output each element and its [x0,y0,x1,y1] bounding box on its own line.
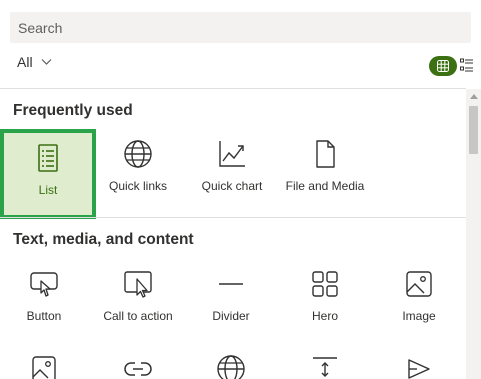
tile-label: List [38,183,58,197]
tile-label: Divider [212,309,250,323]
globe-icon [124,140,152,168]
list-icon [38,144,58,172]
filter-dropdown[interactable]: All [17,54,52,70]
filter-label: All [17,54,33,70]
spacer-icon [313,357,337,377]
list-view-icon[interactable] [460,58,474,72]
tile-label: File and Media [285,179,365,193]
tile-image-gallery[interactable] [0,354,89,379]
tile-divider[interactable]: Divider [186,269,276,323]
stream-icon [408,359,430,379]
tile-label: Quick chart [201,179,263,193]
tile-label: Quick links [108,179,167,193]
tile-label: Call to action [103,309,173,323]
chevron-down-icon [41,59,51,65]
search-box[interactable]: Search [10,12,471,43]
tile-file-and-media[interactable]: File and Media [280,139,370,193]
section-title-text-media-content: Text, media, and content [13,231,194,248]
tile-label: Hero [311,309,338,323]
scroll-up-arrow-icon[interactable] [470,94,478,99]
link-icon [124,362,152,376]
tile-button[interactable]: Button [0,269,89,323]
button-pointer-icon [30,272,58,297]
hero-layout-icon [312,271,338,297]
section-divider [0,217,466,218]
tile-link[interactable] [93,354,183,379]
divider-icon [219,283,243,285]
tile-stream[interactable] [374,354,464,379]
section-title-frequently-used: Frequently used [13,102,133,119]
line-chart-icon [219,141,245,167]
search-input[interactable]: Search [18,20,62,36]
document-icon [316,140,335,168]
globe-icon [217,355,245,379]
image-gallery-icon [32,356,56,379]
image-icon [406,271,432,297]
call-to-action-icon [124,271,152,298]
tile-web[interactable] [186,354,276,379]
tile-label: Image [402,309,436,323]
tile-hero[interactable]: Hero [280,269,370,323]
tile-list[interactable]: List [0,129,96,219]
tile-call-to-action[interactable]: Call to action [93,269,183,323]
tile-spacer[interactable] [280,354,370,379]
tile-quick-chart[interactable]: Quick chart [187,139,277,193]
grid-icon [437,60,449,72]
tile-label: Button [26,309,62,323]
grid-view-button[interactable] [429,56,457,76]
webpart-panel: Frequently used List Quick links Quick c… [0,89,466,379]
tile-image[interactable]: Image [374,269,464,323]
scrollbar-thumb[interactable] [469,106,478,154]
tile-quick-links[interactable]: Quick links [93,139,183,193]
